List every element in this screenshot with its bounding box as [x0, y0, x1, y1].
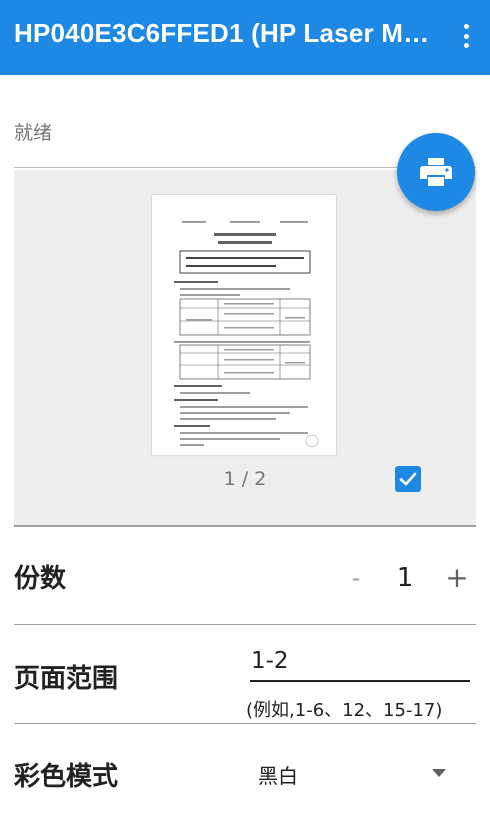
page-range-divider	[14, 723, 476, 724]
page-range-hint: (例如,1-6、12、15-17)	[246, 700, 443, 721]
printer-name-title: HP040E3C6FFED1 (HP Laser MFP 135w)	[14, 18, 434, 48]
preview-divider	[14, 525, 476, 527]
document-thumbnail-image	[152, 195, 336, 455]
printer-icon	[420, 158, 452, 186]
page-indicator: 1 / 2	[223, 468, 267, 490]
copies-divider	[14, 624, 476, 625]
color-mode-label: 彩色模式	[14, 762, 119, 792]
increment-copies-button[interactable]: +	[442, 558, 472, 598]
page-select-checkbox[interactable]	[395, 466, 421, 492]
printer-status: 就绪	[14, 122, 53, 144]
copies-value: 1	[396, 563, 414, 593]
page-range-underline	[250, 680, 470, 682]
page-range-label: 页面范围	[14, 664, 119, 694]
dropdown-arrow-icon[interactable]	[432, 769, 446, 777]
page-range-input[interactable]	[250, 643, 470, 679]
more-vert-icon[interactable]	[452, 20, 480, 52]
color-mode-select[interactable]: 黑白	[258, 760, 298, 789]
copies-label: 份数	[14, 564, 67, 594]
app-bar: HP040E3C6FFED1 (HP Laser MFP 135w)	[0, 0, 490, 75]
print-button[interactable]	[397, 133, 475, 211]
decrement-copies-button[interactable]: -	[344, 558, 368, 598]
check-icon	[399, 472, 417, 486]
page-preview-thumbnail[interactable]	[152, 195, 336, 455]
